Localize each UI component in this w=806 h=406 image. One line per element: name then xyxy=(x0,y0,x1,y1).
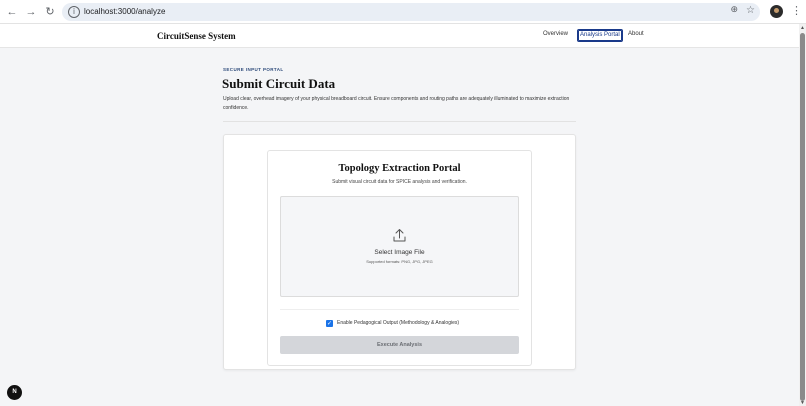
brand-logo-text[interactable]: CircuitSense System xyxy=(157,31,236,41)
browser-toolbar: ← → ↻ i localhost:3000/analyze ⊕ ☆ ⋮ xyxy=(0,0,806,24)
page-scrollbar[interactable]: ▲ ▼ xyxy=(799,24,806,406)
nav-about[interactable]: About xyxy=(626,29,646,40)
url-text[interactable]: localhost:3000/analyze xyxy=(84,6,165,18)
section-divider xyxy=(223,121,576,122)
portal-title: Topology Extraction Portal xyxy=(338,163,461,174)
profile-avatar[interactable] xyxy=(770,5,783,18)
bookmark-star-icon[interactable]: ☆ xyxy=(746,5,755,16)
dev-tools-badge[interactable]: N xyxy=(7,385,22,400)
supported-formats-text: Supported formats: PNG, JPG, JPEG xyxy=(366,259,433,264)
nav-analysis-portal[interactable]: Analysis Portal xyxy=(577,29,623,42)
scrollbar-thumb[interactable] xyxy=(800,33,805,401)
section-eyebrow: SECURE INPUT PORTAL xyxy=(223,67,284,72)
pedagogical-checkbox[interactable]: ✓ xyxy=(326,320,333,327)
file-dropzone[interactable] xyxy=(280,196,519,297)
forward-arrow-icon[interactable]: → xyxy=(23,4,39,20)
address-bar[interactable]: i localhost:3000/analyze ⊕ ☆ xyxy=(62,3,760,21)
browser-menu-icon[interactable]: ⋮ xyxy=(791,4,802,17)
page-description: Upload clear, overhead imagery of your p… xyxy=(223,96,570,111)
upload-icon xyxy=(393,229,406,242)
scroll-down-icon[interactable]: ▼ xyxy=(799,400,806,406)
zoom-icon[interactable]: ⊕ xyxy=(730,5,738,15)
execute-analysis-button[interactable]: Execute Analysis xyxy=(280,336,519,354)
portal-subtitle: Submit visual circuit data for SPICE ana… xyxy=(332,179,467,185)
form-divider xyxy=(280,309,519,310)
reload-icon[interactable]: ↻ xyxy=(42,4,58,20)
app-header: CircuitSense System Overview Analysis Po… xyxy=(0,24,799,48)
site-info-icon[interactable]: i xyxy=(68,6,80,18)
scroll-up-icon[interactable]: ▲ xyxy=(799,25,806,31)
back-arrow-icon[interactable]: ← xyxy=(4,4,20,20)
nav-overview[interactable]: Overview xyxy=(541,29,570,40)
page-title: Submit Circuit Data xyxy=(222,76,336,91)
select-file-label[interactable]: Select Image File xyxy=(280,249,519,256)
pedagogical-checkbox-label[interactable]: Enable Pedagogical Output (Methodology &… xyxy=(337,320,459,327)
